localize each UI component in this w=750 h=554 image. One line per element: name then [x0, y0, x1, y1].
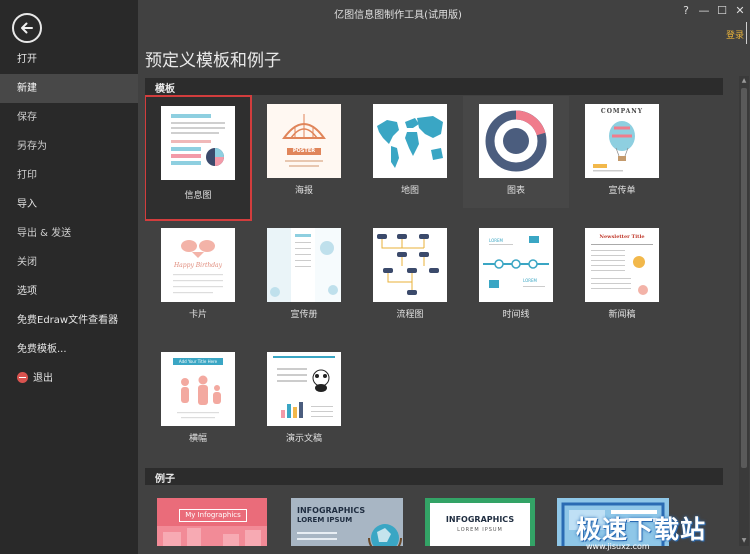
template-label: 新闻稿 [608, 310, 636, 320]
banner-thumbnail: Add Your Title Here [161, 352, 235, 426]
arrow-left-icon [21, 22, 33, 34]
certificate-frame: INFOGRAPHICS LOREM IPSUM [430, 503, 530, 546]
exit-icon [17, 371, 28, 383]
example-title: INFOGRAPHICS [445, 515, 515, 524]
template-banner[interactable]: Add Your Title Here 横幅 [145, 344, 251, 456]
example-subtitle: LOREM IPSUM [457, 527, 503, 533]
template-poster[interactable]: POSTER 海报 [251, 96, 357, 208]
templates-section-title: 模板 [155, 84, 175, 95]
newsletter-title-text: Newsletter Title [599, 234, 645, 240]
sidebar-item-new[interactable]: 新建 [0, 74, 138, 103]
lorem-text-2: LOREM [523, 278, 537, 283]
company-text: COMPANY [600, 108, 644, 115]
sidebar-item-export-send[interactable]: 导出 & 发送 [0, 219, 138, 248]
title-bar: 亿图信息图制作工具(试用版) ? — ☐ ✕ [138, 0, 750, 26]
sidebar-item-save[interactable]: 保存 [0, 103, 138, 132]
template-chart[interactable]: 图表 [463, 96, 569, 208]
template-timeline[interactable]: LOREM LOREM 时间线 [463, 220, 569, 332]
newsletter-thumbnail: Newsletter Title [585, 228, 659, 302]
happy-birthday-text: Happy Birthday [173, 262, 223, 269]
template-flowchart[interactable]: 流程图 [357, 220, 463, 332]
poster-thumbnail: POSTER [267, 104, 341, 178]
presentation-thumbnail [267, 352, 341, 426]
card-thumbnail: Happy Birthday [161, 228, 235, 302]
template-gallery: 模板 信息图 POSTER 海报 地图 图表 COMPANY 宣传单 Happy… [145, 76, 738, 546]
sidebar-item-open[interactable]: 打开 [0, 45, 138, 74]
example-infographics-globe[interactable]: INFOGRAPHICS LOREM IPSUM [291, 498, 403, 546]
template-brochure[interactable]: 宣传册 [251, 220, 357, 332]
templates-section-header: 模板 [145, 78, 723, 95]
template-presentation[interactable]: 演示文稿 [251, 344, 357, 456]
template-label: 宣传单 [608, 186, 636, 196]
template-label: 时间线 [502, 310, 530, 320]
sidebar: 打开 新建 保存 另存为 打印 导入 导出 & 发送 关闭 选项 免费Edraw… [0, 0, 138, 554]
map-thumbnail [373, 104, 447, 178]
template-label: 宣传册 [290, 310, 318, 320]
template-label: 海报 [294, 186, 313, 196]
template-newsletter[interactable]: Newsletter Title 新闻稿 [569, 220, 675, 332]
sidebar-item-exit-label: 退出 [33, 373, 53, 384]
flowchart-thumbnail [373, 228, 447, 302]
template-label: 演示文稿 [285, 434, 322, 444]
help-button[interactable]: ? [678, 3, 694, 19]
sidebar-item-print[interactable]: 打印 [0, 161, 138, 190]
template-flyer[interactable]: COMPANY 宣传单 [569, 96, 675, 208]
examples-section-title: 例子 [155, 474, 175, 485]
template-label: 流程图 [396, 310, 424, 320]
login-link[interactable]: 登录 [726, 28, 744, 41]
lorem-text-1: LOREM [489, 238, 503, 243]
back-button[interactable] [12, 13, 42, 43]
scroll-up-icon[interactable]: ▲ [739, 76, 749, 86]
close-button[interactable]: ✕ [732, 3, 748, 19]
vertical-scrollbar[interactable]: ▲ ▼ [739, 76, 749, 546]
sidebar-item-options[interactable]: 选项 [0, 277, 138, 306]
template-label: 图表 [506, 186, 525, 196]
maximize-button[interactable]: ☐ [714, 3, 730, 19]
page-title: 预定义模板和例子 [145, 51, 281, 71]
example-infographics-certificate[interactable]: INFOGRAPHICS LOREM IPSUM [425, 498, 535, 546]
sidebar-item-close[interactable]: 关闭 [0, 248, 138, 277]
chart-thumbnail [479, 104, 553, 178]
sidebar-item-free-viewer[interactable]: 免费Edraw文件查看器 [0, 306, 138, 335]
example-blue-layout[interactable] [557, 498, 669, 546]
sidebar-menu: 打开 新建 保存 另存为 打印 导入 导出 & 发送 关闭 选项 免费Edraw… [0, 45, 138, 393]
app-window: 打开 新建 保存 另存为 打印 导入 导出 & 发送 关闭 选项 免费Edraw… [0, 0, 750, 554]
flyer-thumbnail: COMPANY [585, 104, 659, 178]
sidebar-item-free-templates[interactable]: 免费模板... [0, 335, 138, 364]
poster-text: POSTER [292, 148, 316, 154]
scroll-thumb[interactable] [741, 88, 747, 468]
template-card[interactable]: Happy Birthday 卡片 [145, 220, 251, 332]
brochure-thumbnail [267, 228, 341, 302]
template-infographic[interactable]: 信息图 [145, 95, 252, 221]
minimize-button[interactable]: — [696, 3, 712, 19]
timeline-thumbnail: LOREM LOREM [479, 228, 553, 302]
template-map[interactable]: 地图 [357, 96, 463, 208]
infographic-thumbnail [161, 106, 235, 180]
login-divider [746, 22, 747, 44]
scroll-down-icon[interactable]: ▼ [739, 536, 749, 546]
example-my-infographics[interactable]: My Infographics [157, 498, 267, 546]
template-label: 地图 [400, 186, 419, 196]
examples-section-header: 例子 [145, 468, 723, 485]
template-label: 横幅 [188, 434, 207, 444]
sidebar-item-save-as[interactable]: 另存为 [0, 132, 138, 161]
banner-title-text: Add Your Title Here [173, 358, 223, 365]
window-title: 亿图信息图制作工具(试用版) [334, 10, 462, 21]
sidebar-item-exit[interactable]: 退出 [0, 364, 138, 393]
template-label: 卡片 [188, 310, 207, 320]
template-label: 信息图 [184, 191, 212, 201]
sidebar-item-import[interactable]: 导入 [0, 190, 138, 219]
